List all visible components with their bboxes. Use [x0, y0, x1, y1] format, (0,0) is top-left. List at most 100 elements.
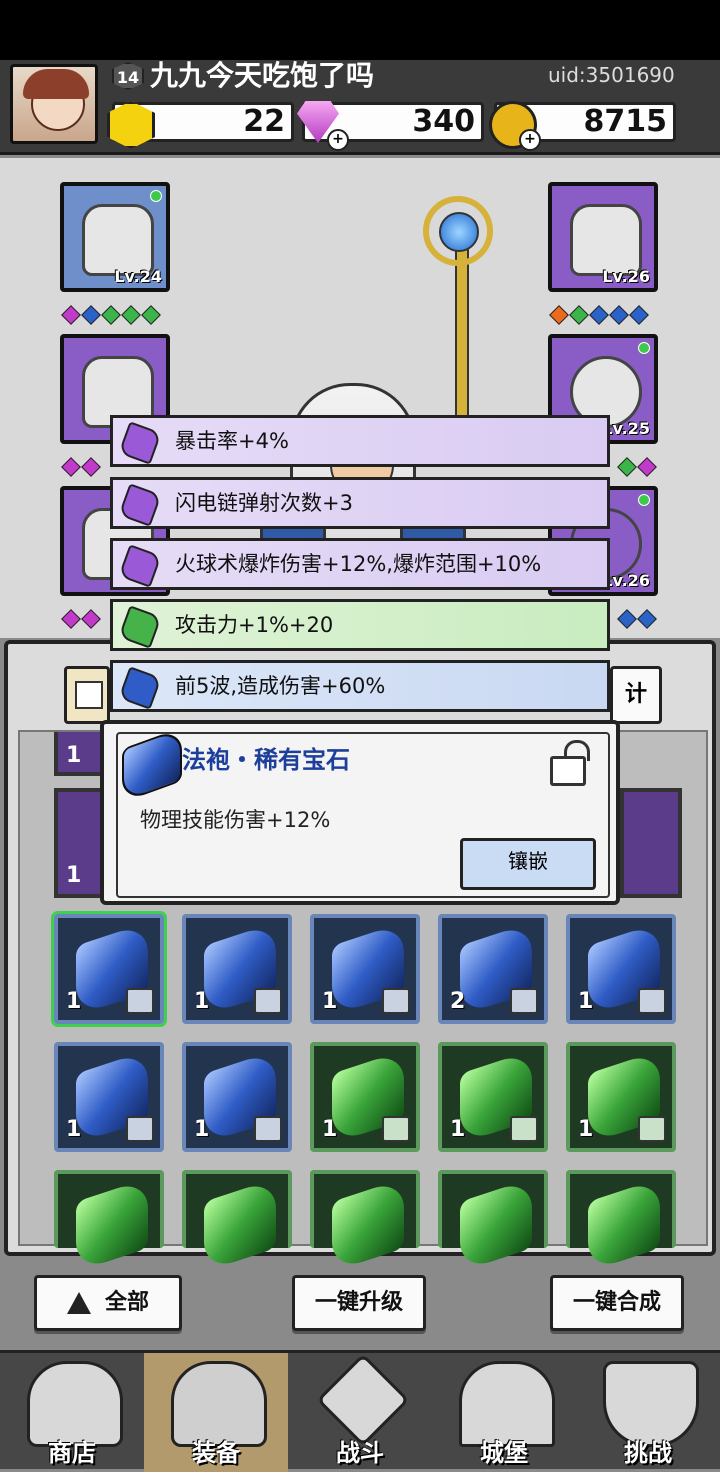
stat-row: 闪电链弹射次数+3 — [110, 477, 610, 529]
amulet-type-icon — [638, 1116, 666, 1142]
gem-cell[interactable]: 1 — [310, 1042, 420, 1152]
gem-cell[interactable]: 1 — [566, 1042, 676, 1152]
player-uid: uid:3501690 — [548, 63, 675, 87]
equip-level: Lv.26 — [602, 267, 650, 286]
gem-cell[interactable] — [310, 1170, 420, 1272]
staff-type-icon — [510, 988, 538, 1014]
gem-count: 1 — [66, 863, 82, 888]
gold-hexagon-value: 22 — [243, 104, 285, 139]
gem-socket-icon — [81, 457, 101, 477]
gem-cell[interactable]: 2 — [438, 914, 548, 1024]
gem-cell[interactable] — [620, 788, 682, 898]
socket-gems — [61, 305, 161, 325]
diamond-counter[interactable]: + 340 — [297, 101, 484, 151]
gem-count: 2 — [450, 989, 466, 1014]
coin-value: 8715 — [583, 104, 668, 139]
filter-all-button[interactable]: 全部 — [34, 1275, 182, 1331]
unlock-icon[interactable] — [550, 740, 590, 786]
gem-count: 1 — [322, 989, 338, 1014]
purple-gem-icon — [118, 421, 162, 465]
equip-level: Lv.24 — [114, 267, 162, 286]
stat-text: 前5波,造成伤害+60% — [175, 674, 386, 698]
gem-socket-icon — [101, 305, 121, 325]
nav-castle[interactable]: 城堡 — [432, 1353, 576, 1472]
staff-icon — [423, 186, 493, 430]
merge-all-button[interactable]: 一键合成 — [550, 1275, 684, 1331]
gem-count: 1 — [194, 1117, 210, 1142]
gem-count: 1 — [66, 989, 82, 1014]
stat-row: 前5波,造成伤害+60% — [110, 660, 610, 712]
nav-shop[interactable]: 商店 — [0, 1353, 144, 1472]
gem-socket-icon — [617, 457, 637, 477]
gem-socket-icon — [589, 305, 609, 325]
upgrade-dot — [638, 494, 650, 506]
add-diamond-icon[interactable]: + — [327, 129, 349, 151]
player-avatar[interactable] — [10, 64, 98, 144]
nav-label: 挑战 — [624, 1439, 672, 1467]
socket-gems — [61, 609, 101, 629]
gem-count: 1 — [66, 743, 82, 768]
gem-cell[interactable] — [182, 1170, 292, 1272]
stat-row: 攻击力+1%+20 — [110, 599, 610, 651]
gem-socket-icon — [637, 609, 657, 629]
gem-socket-icon — [629, 305, 649, 325]
green-gem-icon — [118, 605, 162, 649]
gem-cell[interactable] — [438, 1170, 548, 1272]
status-bar — [0, 0, 720, 60]
stat-text: 暴击率+4% — [175, 429, 289, 453]
diamond-value: 340 — [412, 104, 475, 139]
gem-cell[interactable]: 1 — [51, 911, 167, 1027]
gem-cell[interactable]: 1 — [438, 1042, 548, 1152]
add-coin-icon[interactable]: + — [519, 129, 541, 151]
equip-slot-helmet[interactable]: Lv.24 — [60, 182, 170, 292]
tab-shirt[interactable] — [64, 666, 110, 724]
gem-socket-icon — [81, 305, 101, 325]
gem-socket-icon — [121, 305, 141, 325]
coin-counter[interactable]: + 8715 — [489, 101, 676, 151]
upgrade-all-button[interactable]: 一键升级 — [292, 1275, 426, 1331]
nav-equipment[interactable]: 装备 — [144, 1353, 288, 1472]
green-gem-icon — [332, 1178, 404, 1272]
gem-cell[interactable]: 1 — [566, 914, 676, 1024]
nav-challenge[interactable]: 挑战 — [576, 1353, 720, 1472]
green-gem-icon — [204, 1178, 276, 1272]
upgrade-dot — [638, 342, 650, 354]
triangle-up-icon — [66, 1292, 91, 1314]
gem-cell[interactable] — [566, 1170, 676, 1272]
gem-socket-icon — [569, 305, 589, 325]
boots-type-icon — [254, 988, 282, 1014]
gem-cell[interactable]: 1 — [182, 914, 292, 1024]
inlay-button[interactable]: 镶嵌 — [460, 838, 596, 890]
necklace-type-icon — [126, 1116, 154, 1142]
gem-socket-icon — [617, 609, 637, 629]
green-gem-icon — [588, 1178, 660, 1272]
stat-text: 火球术爆炸伤害+12%,爆炸范围+10% — [175, 552, 542, 576]
gem-cell[interactable]: 1 — [54, 1042, 164, 1152]
blue-gem-icon — [118, 666, 162, 710]
shirt-icon — [75, 681, 103, 709]
nav-battle[interactable]: 战斗 — [288, 1353, 432, 1472]
equip-slot-glove[interactable]: Lv.26 — [548, 182, 658, 292]
gold-hexagon-icon — [107, 101, 155, 149]
stat-text: 闪电链弹射次数+3 — [175, 491, 353, 515]
gem-count: 1 — [578, 1117, 594, 1142]
gem-cell[interactable]: 1 — [182, 1042, 292, 1152]
gem-title: 法袍・稀有宝石 — [182, 746, 350, 774]
bottom-nav: 商店 装备 战斗 城堡 挑战 — [0, 1350, 720, 1472]
gem-count: 1 — [450, 1117, 466, 1142]
nav-label: 商店 — [48, 1439, 96, 1467]
stat-row: 火球术爆炸伤害+12%,爆炸范围+10% — [110, 538, 610, 590]
gem-count: 1 — [66, 1117, 82, 1142]
gem-detail-popup: 法袍・稀有宝石 物理技能伤害+12% 镶嵌 — [100, 720, 620, 905]
gem-cell[interactable] — [54, 1170, 164, 1272]
gem-socket-icon — [61, 457, 81, 477]
stat-text: 攻击力+1%+20 — [175, 613, 334, 637]
gem-socket-icon — [609, 305, 629, 325]
gem-cell[interactable]: 1 — [310, 914, 420, 1024]
purple-gem-icon — [118, 483, 162, 527]
green-gem-icon — [460, 1178, 532, 1272]
tab-stats[interactable]: 计 — [610, 666, 662, 724]
glove-icon — [570, 204, 642, 276]
necklace-type-icon — [254, 1116, 282, 1142]
gem-socket-icon — [637, 457, 657, 477]
